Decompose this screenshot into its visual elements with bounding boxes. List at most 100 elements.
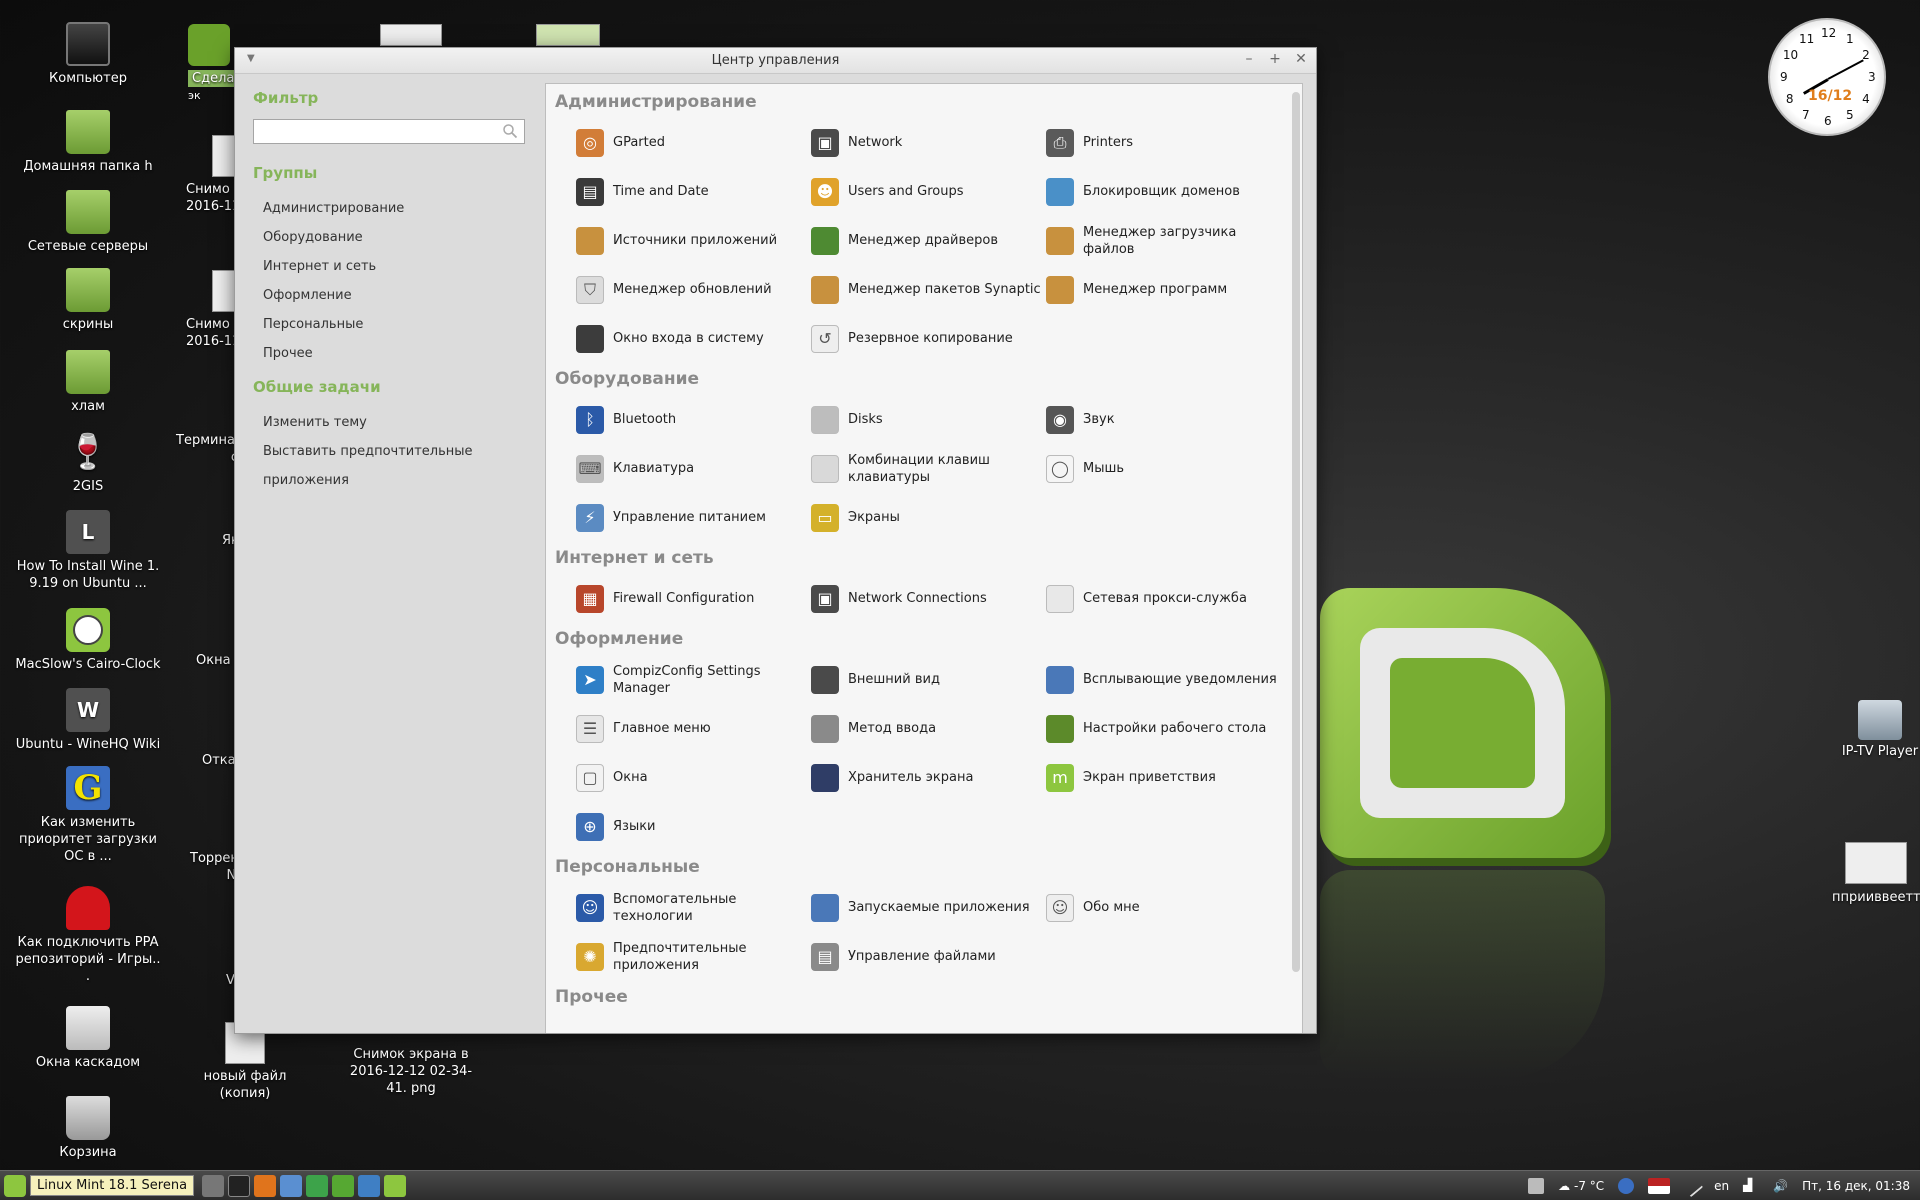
start-menu-button[interactable]: Linux Mint 18.1 Serena xyxy=(4,1174,195,1197)
clock-number: 5 xyxy=(1846,108,1854,123)
settings-item[interactable]: ▦ Firewall Configuration xyxy=(576,574,811,623)
sidebar-group-item[interactable]: Администрирование xyxy=(253,194,543,223)
network-tray-icon[interactable]: ▟ xyxy=(1743,1178,1759,1194)
desktop-icon-iptv-player[interactable]: IP-TV Player xyxy=(1840,700,1920,759)
settings-item[interactable]: ▣ Network xyxy=(811,118,1046,167)
settings-item[interactable]: ◎ GParted xyxy=(576,118,811,167)
app-icon[interactable] xyxy=(332,1174,355,1197)
sidebar-group-item[interactable]: Интернет и сеть xyxy=(253,252,543,281)
datetime[interactable]: Пт, 16 дек, 01:38 xyxy=(1802,1179,1910,1193)
show-desktop-icon[interactable] xyxy=(202,1174,225,1197)
desktop-icon[interactable]: Корзина xyxy=(13,1096,163,1161)
desktop-icon[interactable]: скрины xyxy=(13,268,163,333)
settings-item[interactable]: ↺ Резервное копирование xyxy=(811,314,1046,363)
sidebar-group-item[interactable]: Оборудование xyxy=(253,223,543,252)
settings-item[interactable]: ✺ Предпочтительные приложения xyxy=(576,932,811,981)
window-menu-icon[interactable]: ▼ xyxy=(247,53,255,64)
sidebar-group-item[interactable]: Оформление xyxy=(253,281,543,310)
settings-item[interactable]: Комбинации клавиш клавиатуры xyxy=(811,444,1046,493)
settings-item[interactable]: ⊕ Языки xyxy=(576,802,811,851)
settings-item[interactable]: Блокировщик доменов xyxy=(1046,167,1281,216)
window-titlebar[interactable]: ▼ Центр управления – + ✕ xyxy=(235,48,1316,74)
notifications-icon xyxy=(1046,665,1074,694)
terminal-icon[interactable] xyxy=(228,1174,251,1197)
desktop-icon[interactable]: Компьютер xyxy=(13,22,163,87)
desktop-icon[interactable]: Домашняя папка h xyxy=(13,110,163,175)
volume-icon[interactable]: 🔊 xyxy=(1773,1179,1788,1193)
settings-item[interactable]: ☰ Главное меню xyxy=(576,704,811,753)
settings-item[interactable]: ▤ Time and Date xyxy=(576,167,811,216)
update-shield-icon[interactable] xyxy=(1618,1178,1635,1194)
settings-item[interactable]: Disks xyxy=(811,395,1046,444)
desktop-icon[interactable]: Сетевые серверы xyxy=(13,190,163,255)
settings-item[interactable]: Окно входа в систему xyxy=(576,314,811,363)
settings-item[interactable]: ▢ Окна xyxy=(576,753,811,802)
maximize-button[interactable]: + xyxy=(1268,51,1282,67)
weather-indicator[interactable]: ☁ -7 °C xyxy=(1558,1179,1604,1193)
settings-item[interactable]: ⌨ Клавиатура xyxy=(576,444,811,493)
printer-tray-icon[interactable] xyxy=(1528,1178,1545,1194)
settings-item[interactable]: ⎙ Printers xyxy=(1046,118,1281,167)
settings-item[interactable]: Метод ввода xyxy=(811,704,1046,753)
search-box[interactable] xyxy=(253,119,525,144)
settings-item[interactable]: Менеджер пакетов Synaptic xyxy=(811,265,1046,314)
preferred-apps-icon: ✺ xyxy=(576,942,604,971)
firefox-icon[interactable] xyxy=(254,1174,277,1197)
scrollbar[interactable] xyxy=(1292,92,1300,972)
cairo-clock-widget[interactable]: 12 1 2 3 4 5 6 7 8 9 10 11 16/12 xyxy=(1768,18,1886,136)
settings-item[interactable]: Менеджер драйверов xyxy=(811,216,1046,265)
desktop-icon[interactable]: MacSlow's Cairo-Clock xyxy=(13,608,163,673)
settings-item[interactable]: Менеджер программ xyxy=(1046,265,1281,314)
settings-item[interactable]: Источники приложений xyxy=(576,216,811,265)
desktop-icon[interactable]: W Ubuntu - WineHQ Wiki xyxy=(13,688,163,753)
keyboard-shortcuts-icon xyxy=(811,454,839,483)
desktop-icon[interactable]: G Как изменить приоритет загрузки ОС в ..… xyxy=(13,766,163,865)
desktop-icon[interactable]: Окна каскадом xyxy=(13,1006,163,1071)
settings-item[interactable]: Запускаемые приложения xyxy=(811,883,1046,932)
desktop-icon-screenshot[interactable]: Снимок экрана в 2016-12-12 02-34-41. png xyxy=(346,1046,476,1097)
desktop-icon-screenshot-right[interactable]: пприиввеетт.р xyxy=(1832,842,1920,905)
chrome-icon[interactable] xyxy=(306,1174,329,1197)
files-icon[interactable] xyxy=(280,1174,303,1197)
settings-item[interactable]: ▭ Экраны xyxy=(811,493,1046,542)
sidebar-task-item[interactable]: Изменить тему xyxy=(253,408,543,437)
desktop-icon[interactable]: L How To Install Wine 1. 9.19 on Ubuntu .… xyxy=(13,510,163,592)
settings-item[interactable]: ☺ Обо мне xyxy=(1046,883,1281,932)
home-folder-icon xyxy=(66,110,110,154)
desktop-icon-new-file[interactable]: новый файл (копия) xyxy=(180,1022,310,1102)
pen-icon[interactable] xyxy=(1680,1174,1704,1198)
settings-item[interactable]: ➤ CompizConfig Settings Manager xyxy=(576,655,811,704)
close-button[interactable]: ✕ xyxy=(1294,51,1308,67)
clock-app-icon[interactable] xyxy=(384,1174,407,1197)
minimize-button[interactable]: – xyxy=(1242,51,1256,67)
settings-item[interactable]: ☺ Вспомогательные технологии xyxy=(576,883,811,932)
settings-item[interactable]: Хранитель экрана xyxy=(811,753,1046,802)
desktop-icon[interactable]: хлам xyxy=(13,350,163,415)
app-icon[interactable] xyxy=(358,1174,381,1197)
sidebar-group-item[interactable]: Прочее xyxy=(253,339,543,368)
search-input[interactable] xyxy=(254,120,494,143)
settings-item-label: Языки xyxy=(613,819,656,834)
settings-item[interactable]: Менеджер загрузчика файлов xyxy=(1046,216,1281,265)
settings-item[interactable]: ☻ Users and Groups xyxy=(811,167,1046,216)
settings-item[interactable]: Всплывающие уведомления xyxy=(1046,655,1281,704)
settings-item[interactable]: m Экран приветствия xyxy=(1046,753,1281,802)
settings-item[interactable]: Внешний вид xyxy=(811,655,1046,704)
desktop-icon-label: Окна каскадом xyxy=(35,1055,141,1070)
us-flag-icon[interactable] xyxy=(1648,1178,1671,1194)
desktop-icon[interactable]: Как подключить PPA репозиторий - Игры.. … xyxy=(13,886,163,985)
sidebar-task-item[interactable]: Выставить предпочтительные приложения xyxy=(253,437,543,488)
settings-item[interactable]: ▣ Network Connections xyxy=(811,574,1046,623)
sidebar-group-item[interactable]: Персональные xyxy=(253,310,543,339)
settings-item[interactable]: ▤ Управление файлами xyxy=(811,932,1046,981)
shield-icon: ⛉ xyxy=(576,275,604,304)
settings-item[interactable]: ᛒ Bluetooth xyxy=(576,395,811,444)
desktop-icon[interactable]: 🍷 2GIS xyxy=(13,430,163,495)
keyboard-layout-indicator[interactable]: en xyxy=(1714,1179,1729,1193)
settings-item[interactable]: ◯ Мышь xyxy=(1046,444,1281,493)
settings-item[interactable]: ◉ Звук xyxy=(1046,395,1281,444)
settings-item[interactable]: Настройки рабочего стола xyxy=(1046,704,1281,753)
settings-item[interactable]: ⛉ Менеджер обновлений xyxy=(576,265,811,314)
settings-item[interactable]: Сетевая прокси-служба xyxy=(1046,574,1281,623)
settings-item[interactable]: ⚡ Управление питанием xyxy=(576,493,811,542)
